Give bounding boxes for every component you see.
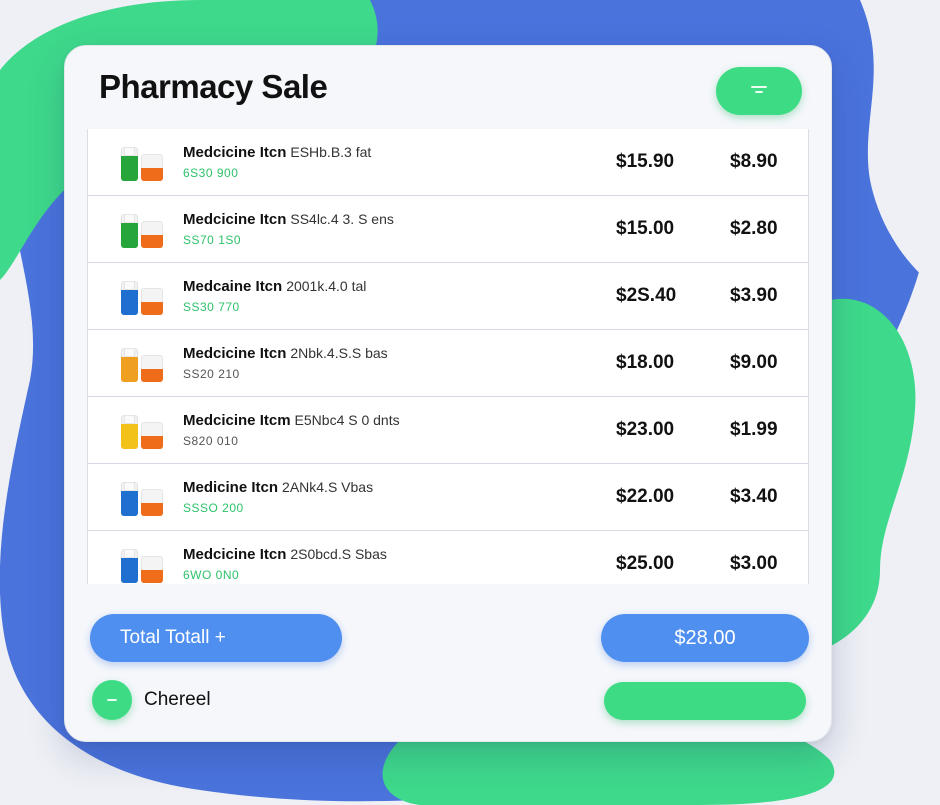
item-name-label: Medicine Itcn [183, 479, 279, 496]
cancel-button[interactable] [92, 680, 132, 720]
item-detail: E5Nbc4 S 0 dnts [294, 412, 400, 428]
item-detail: 2001k.4.0 tal [286, 278, 367, 294]
medicine-icon [121, 410, 169, 450]
item-name-label: Medcicine Itcn [183, 144, 287, 161]
item-detail: 2Nbk.4.S.S bas [290, 345, 388, 361]
item-extra-price: $1.99 [730, 419, 778, 440]
medicine-icon [121, 477, 169, 517]
total-amount: $28.00 [601, 614, 809, 662]
list-item[interactable]: Medicine Itcn 2ANk4.S Vbas SSSO 200 $22.0… [88, 464, 808, 531]
list-item[interactable]: Medcicine Itcn SS4lc.4 3. S ens SS70 1S0 … [88, 196, 808, 263]
filter-icon [751, 86, 767, 96]
item-detail: 2S0bcd.S Sbas [290, 546, 387, 562]
item-code: S820 010 [183, 434, 239, 448]
pharmacy-sale-card: Pharmacy Sale Medcicine Itcn ESHb.B.3 fat… [64, 45, 832, 742]
cancel-label: Chereel [144, 689, 211, 710]
item-name: Medicine Itcn 2ANk4.S Vbas [183, 479, 373, 496]
list-item[interactable]: Medcicine Itcn 2S0bcd.S Sbas 6WO 0N0 $25.… [88, 531, 808, 584]
total-button[interactable]: Total Totall + [90, 614, 342, 662]
item-detail: SS4lc.4 3. S ens [290, 211, 394, 227]
list-item[interactable]: Medcicine Itcm E5Nbc4 S 0 dnts S820 010 $… [88, 397, 808, 464]
confirm-button[interactable] [604, 682, 806, 720]
item-name-label: Medcicine Itcm [183, 412, 291, 429]
item-code: 6WO 0N0 [183, 568, 240, 582]
item-name-label: Medcaine Itcn [183, 278, 283, 295]
item-name: Medcicine Itcn 2S0bcd.S Sbas [183, 546, 387, 563]
item-name: Medcaine Itcn 2001k.4.0 tal [183, 278, 366, 295]
item-code: SS30 770 [183, 300, 240, 314]
items-list[interactable]: Medcicine Itcn ESHb.B.3 fat 6S30 900 $15.… [87, 129, 809, 584]
medicine-icon [121, 142, 169, 182]
item-price: $15.00 [616, 218, 675, 239]
item-name: Medcicine Itcn ESHb.B.3 fat [183, 144, 371, 161]
list-item[interactable]: Medcaine Itcn 2001k.4.0 tal SS30 770 $2S.… [88, 263, 808, 330]
medicine-icon [121, 276, 169, 316]
item-code: SS20 210 [183, 367, 240, 381]
item-name: Medcicine Itcn SS4lc.4 3. S ens [183, 211, 394, 228]
medicine-icon [121, 544, 169, 584]
item-extra-price: $8.90 [730, 151, 778, 172]
item-extra-price: $3.00 [730, 553, 778, 574]
item-price: $23.00 [616, 419, 675, 440]
filter-button[interactable] [716, 67, 802, 115]
item-extra-price: $3.40 [730, 486, 778, 507]
item-price: $2S.40 [616, 285, 677, 306]
medicine-icon [121, 209, 169, 249]
item-name: Medcicine Itcm E5Nbc4 S 0 dnts [183, 412, 400, 429]
item-name: Medcicine Itcn 2Nbk.4.S.S bas [183, 345, 388, 362]
item-extra-price: $9.00 [730, 352, 778, 373]
item-extra-price: $3.90 [730, 285, 778, 306]
medicine-icon [121, 343, 169, 383]
item-extra-price: $2.80 [730, 218, 778, 239]
page-title: Pharmacy Sale [99, 68, 328, 105]
item-price: $22.00 [616, 486, 675, 507]
item-name-label: Medcicine Itcn [183, 211, 287, 228]
item-name-label: Medcicine Itcn [183, 546, 287, 563]
item-price: $15.90 [616, 151, 675, 172]
item-price: $18.00 [616, 352, 675, 373]
item-price: $25.00 [616, 553, 675, 574]
list-item[interactable]: Medcicine Itcn ESHb.B.3 fat 6S30 900 $15.… [88, 129, 808, 196]
item-code: 6S30 900 [183, 166, 239, 180]
item-code: SS70 1S0 [183, 233, 242, 247]
minus-icon [107, 699, 117, 701]
item-code: SSSO 200 [183, 501, 244, 515]
item-detail: ESHb.B.3 fat [290, 144, 372, 160]
item-detail: 2ANk4.S Vbas [282, 479, 374, 495]
list-item[interactable]: Medcicine Itcn 2Nbk.4.S.S bas SS20 210 $1… [88, 330, 808, 397]
item-name-label: Medcicine Itcn [183, 345, 287, 362]
